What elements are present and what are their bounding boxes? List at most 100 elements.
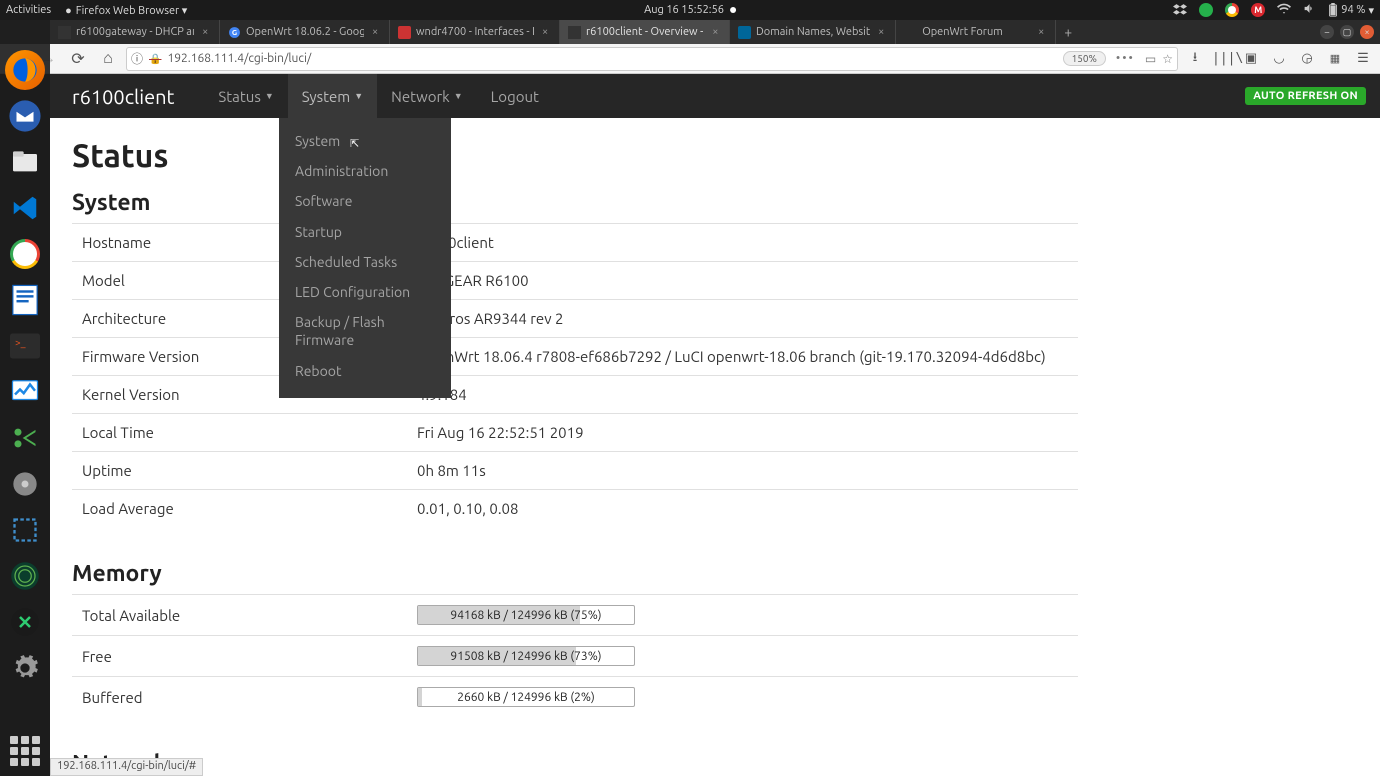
dock-vscode-icon[interactable]	[5, 188, 45, 228]
dock-screenshot-icon[interactable]	[5, 510, 45, 550]
tab-2[interactable]: wndr4700 - Interfaces - L×	[390, 20, 560, 44]
dock-chrome-icon[interactable]	[5, 234, 45, 274]
dock-apps-grid-icon[interactable]	[10, 736, 40, 766]
dropdown-led-config[interactable]: LED Configuration	[279, 277, 451, 307]
tab-5[interactable]: OpenWrt Forum×	[896, 20, 1056, 44]
library-icon[interactable]: |||\	[1212, 51, 1234, 66]
dock-terminal-icon[interactable]: >_	[5, 326, 45, 366]
progress-bar: 2660 kB / 124996 kB (2%)	[417, 687, 635, 707]
nav-logout[interactable]: Logout	[477, 74, 553, 118]
dock-settings-icon[interactable]	[5, 648, 45, 688]
dropdown-reboot[interactable]: Reboot	[279, 356, 451, 386]
url-text: 192.168.111.4/cgi-bin/luci/	[167, 52, 311, 65]
zoom-indicator[interactable]: 150%	[1063, 51, 1106, 66]
container-icon[interactable]: ▣	[1240, 51, 1262, 66]
tab-1[interactable]: GOpenWrt 18.06.2 - Goog×	[220, 20, 390, 44]
minimize-button[interactable]: –	[1320, 25, 1334, 39]
dock-monitor-icon[interactable]	[5, 372, 45, 412]
tab-3[interactable]: r6100client - Overview - L×	[560, 20, 730, 44]
dock-files-icon[interactable]	[5, 142, 45, 182]
dropdown-system[interactable]: System	[279, 126, 451, 156]
home-button[interactable]: ⌂	[96, 47, 120, 71]
app-menu[interactable]: ●Firefox Web Browser ▾	[65, 4, 187, 17]
close-icon[interactable]: ×	[539, 26, 551, 38]
table-row: Free 91508 kB / 124996 kB (73%)	[72, 635, 1078, 676]
clock[interactable]: Aug 16 15:52:56	[644, 4, 736, 16]
dropdown-administration[interactable]: Administration	[279, 156, 451, 186]
window-close-button[interactable]: ×	[1360, 25, 1374, 39]
volume-icon[interactable]	[1303, 2, 1316, 18]
insecure-icon: 🔒	[149, 53, 161, 65]
nav-network[interactable]: Network▼	[377, 74, 476, 118]
dock-scissors-icon[interactable]	[5, 418, 45, 458]
close-icon[interactable]: ×	[710, 26, 721, 38]
close-icon[interactable]: ×	[875, 26, 887, 38]
page-title: Status	[72, 138, 1078, 174]
close-icon[interactable]: ×	[369, 26, 381, 38]
section-system-title: System	[72, 190, 1078, 215]
caret-down-icon: ▼	[354, 91, 363, 101]
tab-0[interactable]: r6100gateway - DHCP an×	[50, 20, 220, 44]
pocket-icon[interactable]: ◡	[1268, 51, 1290, 66]
url-bar[interactable]: ⓘ 🔒 192.168.111.4/cgi-bin/luci/ 150% •••…	[126, 47, 1178, 71]
table-row: Load Average0.01, 0.10, 0.08	[72, 489, 1078, 527]
system-dropdown: System Administration Software Startup S…	[279, 118, 451, 398]
site-info-icon[interactable]: ⓘ	[131, 50, 143, 67]
browser-toolbar: ← → ⟳ ⌂ ⓘ 🔒 192.168.111.4/cgi-bin/luci/ …	[0, 44, 1380, 74]
activities-button[interactable]: Activities	[6, 4, 51, 16]
browser-tab-bar: r6100gateway - DHCP an× GOpenWrt 18.06.2…	[0, 20, 1380, 44]
link-status-bar: 192.168.111.4/cgi-bin/luci/#	[50, 758, 203, 776]
table-row: Uptime0h 8m 11s	[72, 451, 1078, 489]
memory-table: Total Available 94168 kB / 124996 kB (75…	[72, 594, 1078, 717]
svg-text:G: G	[232, 29, 237, 37]
reload-button[interactable]: ⟳	[66, 47, 90, 71]
menu-icon[interactable]: ☰	[1352, 51, 1374, 66]
dock-disks-icon[interactable]	[5, 464, 45, 504]
bookmark-star-icon[interactable]: ☆	[1162, 52, 1173, 66]
dock-tor-icon[interactable]	[5, 556, 45, 596]
luci-brand[interactable]: r6100client	[72, 85, 174, 108]
dock-firefox-icon[interactable]	[5, 50, 45, 90]
status-green-icon[interactable]	[1199, 3, 1213, 17]
table-row: Hostnamer6100client	[72, 223, 1078, 261]
dropbox-icon[interactable]	[1173, 3, 1187, 17]
table-row: ModelNETGEAR R6100	[72, 261, 1078, 299]
wifi-icon[interactable]	[1277, 2, 1291, 19]
progress-bar: 94168 kB / 124996 kB (75%)	[417, 605, 635, 625]
caret-down-icon: ▼	[265, 91, 274, 101]
luci-header: r6100client Status▼ System▼ Network▼ Log…	[50, 74, 1380, 118]
auto-refresh-badge[interactable]: AUTO REFRESH ON	[1245, 87, 1366, 105]
table-row: ArchitectureAtheros AR9344 rev 2	[72, 299, 1078, 337]
mega-icon[interactable]: M	[1251, 3, 1265, 17]
table-row: Firmware VersionOpenWrt 18.06.4 r7808-ef…	[72, 337, 1078, 375]
reader-icon[interactable]: ▭	[1145, 52, 1156, 66]
chrome-icon[interactable]	[1225, 3, 1239, 17]
page-actions-icon[interactable]: •••	[1116, 52, 1135, 65]
dropdown-startup[interactable]: Startup	[279, 217, 451, 247]
section-memory-title: Memory	[72, 561, 1078, 586]
close-icon[interactable]: ×	[1035, 26, 1047, 38]
downloads-icon[interactable]: ⭳	[1184, 48, 1206, 70]
dock-libreoffice-icon[interactable]	[5, 280, 45, 320]
dock-x2go-icon[interactable]	[5, 602, 45, 642]
dropdown-software[interactable]: Software	[279, 186, 451, 216]
battery-indicator[interactable]: 94 % ▾	[1328, 3, 1374, 17]
system-table: Hostnamer6100client ModelNETGEAR R6100 A…	[72, 223, 1078, 527]
tab-4[interactable]: Domain Names, Websit×	[730, 20, 896, 44]
addons-icon[interactable]: ▦	[1324, 52, 1346, 65]
maximize-button[interactable]: ▢	[1340, 25, 1354, 39]
table-row: Buffered 2660 kB / 124996 kB (2%)	[72, 676, 1078, 717]
section-network-title: Network	[72, 751, 1078, 776]
close-icon[interactable]: ×	[199, 26, 211, 38]
page-viewport: r6100client Status▼ System▼ Network▼ Log…	[50, 74, 1380, 776]
luci-body: Status System Hostnamer6100client ModelN…	[50, 118, 1100, 776]
progress-bar: 91508 kB / 124996 kB (73%)	[417, 646, 635, 666]
nav-system[interactable]: System▼	[288, 74, 377, 118]
nav-status[interactable]: Status▼	[204, 74, 287, 118]
account-icon[interactable]: ◶	[1296, 51, 1318, 66]
dropdown-backup-flash[interactable]: Backup / Flash Firmware	[279, 307, 451, 355]
dock-thunderbird-icon[interactable]	[5, 96, 45, 136]
new-tab-button[interactable]: +	[1056, 20, 1080, 44]
gnome-dock: >_	[0, 20, 50, 776]
dropdown-scheduled-tasks[interactable]: Scheduled Tasks	[279, 247, 451, 277]
